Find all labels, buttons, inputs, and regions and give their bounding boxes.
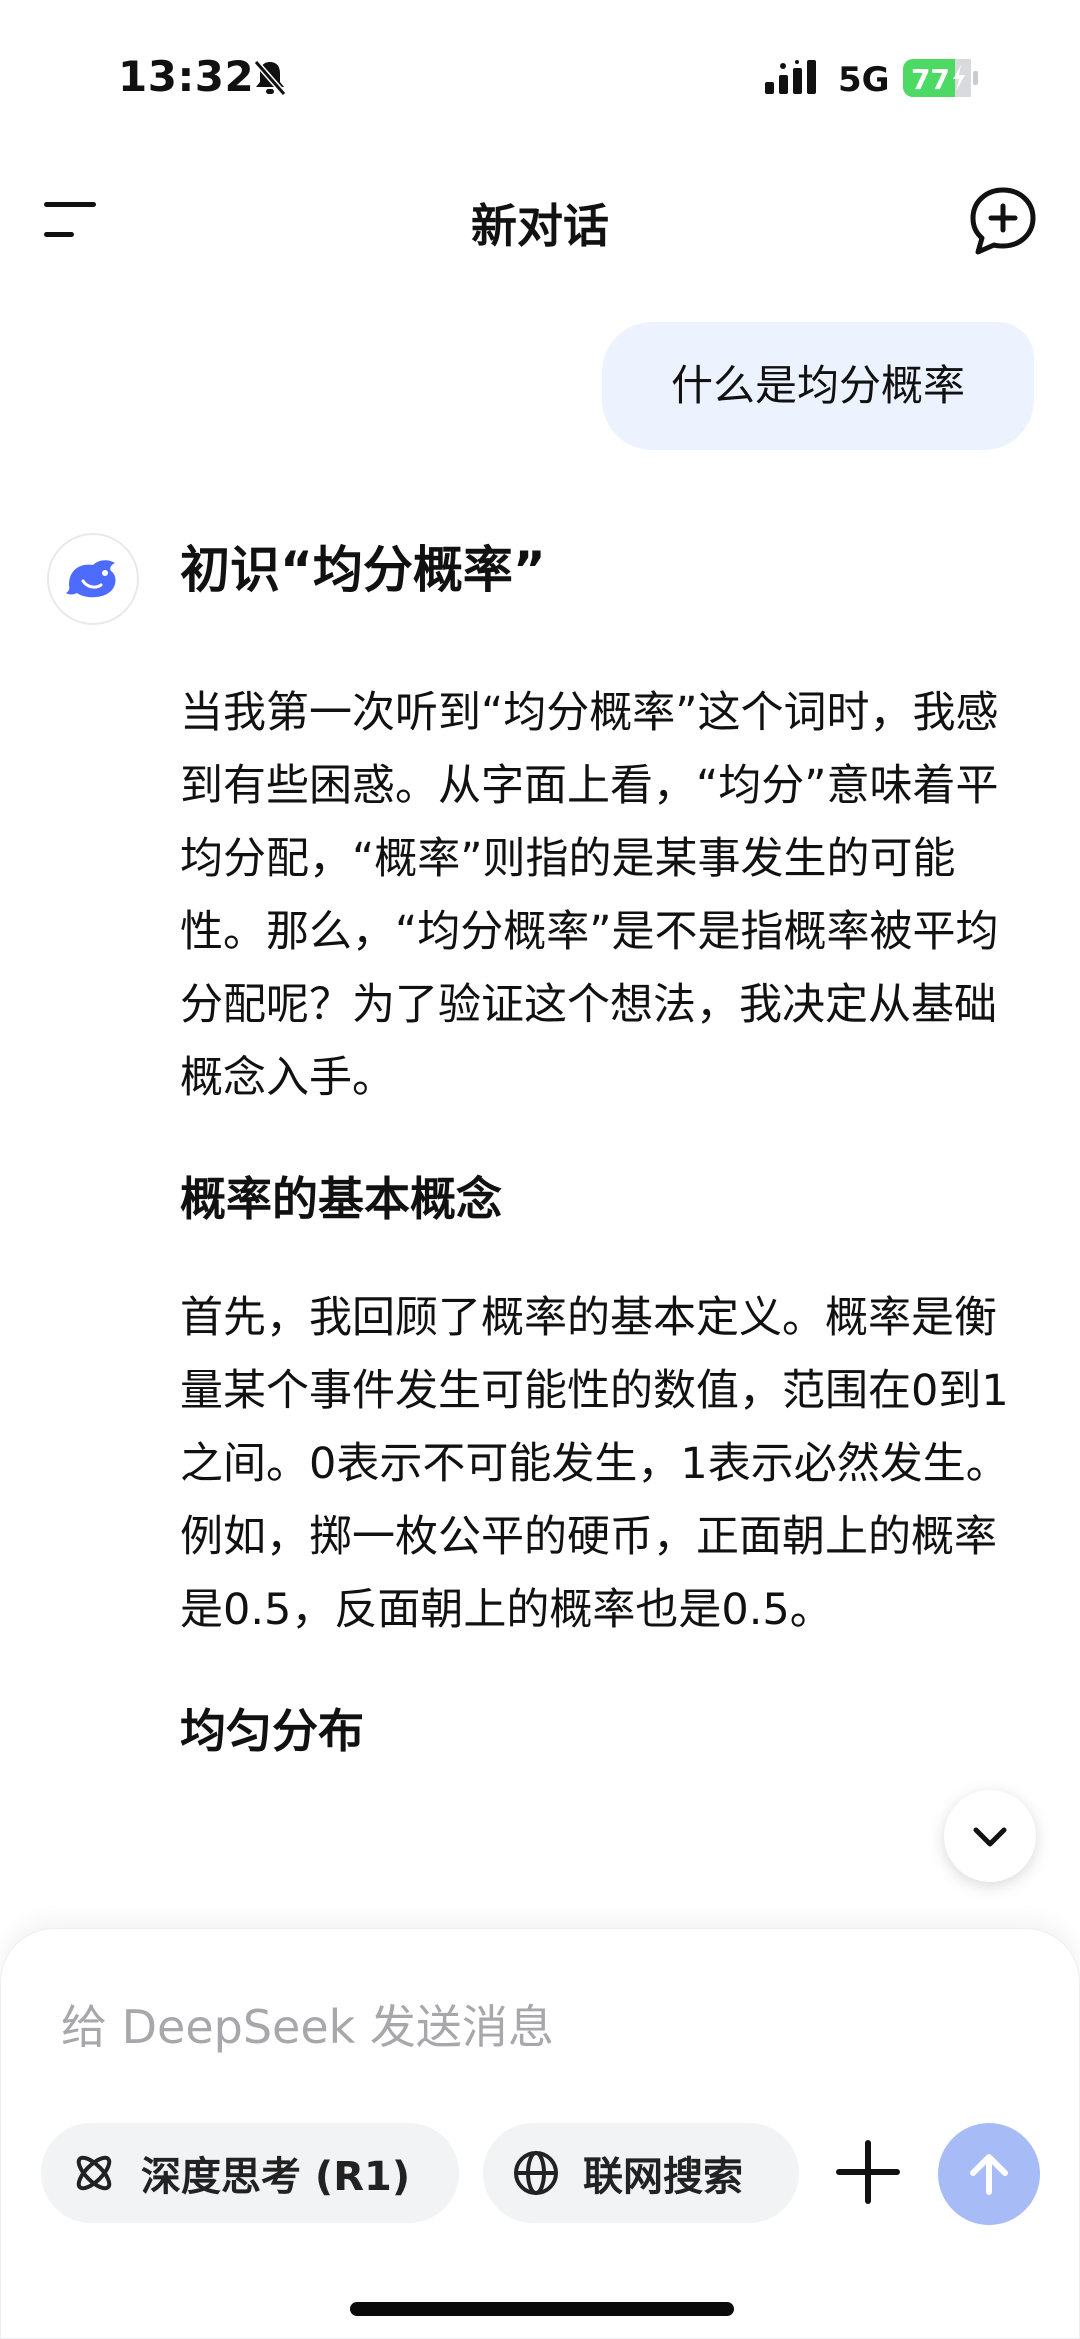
status-bar: 13:32 5G 77 bbox=[0, 0, 1080, 150]
answer-section-title: 概率的基本概念 bbox=[180, 1172, 502, 1226]
bell-slash-icon bbox=[253, 60, 287, 96]
answer-heading: 初识“均分概率” bbox=[180, 541, 546, 599]
answer-paragraph: 首先，我回顾了概率的基本定义。概率是衡量某个事件发生可能性的数值，范围在0到1之… bbox=[180, 1293, 1009, 1635]
arrow-up-icon bbox=[970, 2154, 1008, 2195]
web-search-label: 联网搜索 bbox=[583, 2154, 743, 2200]
web-search-button[interactable]: 联网搜索 bbox=[483, 2123, 799, 2223]
chevron-down-icon bbox=[973, 1827, 1007, 1847]
assistant-message: 初识“均分概率” 当我第一次听到“均分概率”这个词时，我感到有些困惑。从字面上看… bbox=[180, 535, 1020, 1766]
signal-icon bbox=[765, 60, 816, 94]
message-composer: 深度思考 (R1) 联网搜索 bbox=[0, 1928, 1080, 2339]
battery-icon: 77 bbox=[903, 59, 979, 97]
network-type: 5G bbox=[838, 60, 890, 100]
status-time: 13:32 bbox=[118, 52, 255, 101]
assistant-avatar bbox=[47, 533, 139, 625]
atom-icon bbox=[76, 2155, 112, 2191]
send-button[interactable] bbox=[938, 2123, 1040, 2225]
page-title: 新对话 bbox=[471, 199, 609, 253]
answer-paragraph: 当我第一次听到“均分概率”这个词时，我感到有些困惑。从字面上看，“均分”意味着平… bbox=[180, 688, 999, 1103]
plus-icon[interactable] bbox=[829, 2133, 907, 2211]
scroll-to-bottom-button[interactable] bbox=[944, 1790, 1036, 1882]
home-indicator bbox=[350, 2302, 734, 2316]
globe-icon bbox=[514, 2151, 558, 2195]
answer-section-title: 均匀分布 bbox=[180, 1704, 364, 1758]
message-input[interactable] bbox=[59, 1989, 1023, 2065]
deepseek-logo-icon bbox=[66, 560, 116, 598]
deep-think-button[interactable]: 深度思考 (R1) bbox=[41, 2123, 459, 2223]
top-bar: 新对话 bbox=[0, 170, 1080, 270]
new-chat-icon[interactable] bbox=[966, 184, 1040, 258]
battery-level: 77 bbox=[911, 63, 950, 96]
user-message-bubble[interactable]: 什么是均分概率 bbox=[602, 322, 1034, 450]
deep-think-label: 深度思考 (R1) bbox=[141, 2154, 411, 2200]
